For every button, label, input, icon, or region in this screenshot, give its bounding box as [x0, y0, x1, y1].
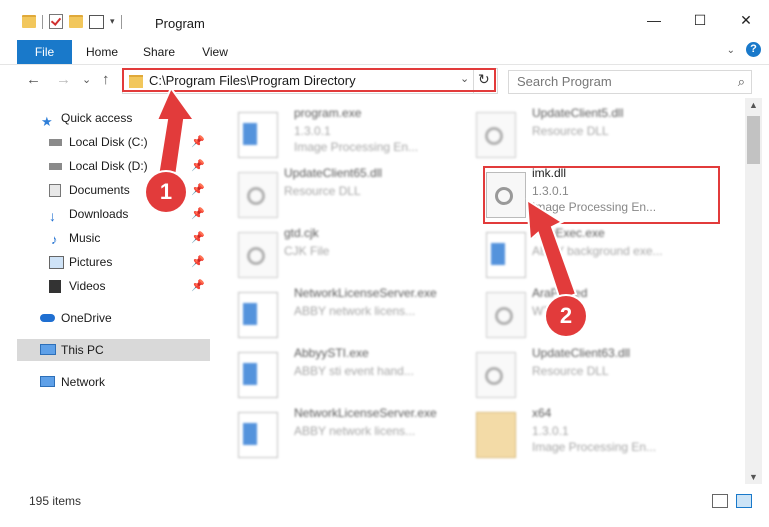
step-2-badge: 2	[546, 296, 586, 336]
step-1-badge: 1	[146, 172, 186, 212]
arrow-to-address-icon	[155, 85, 196, 177]
callout-arrows	[155, 85, 578, 302]
arrow-to-file-icon	[525, 198, 578, 302]
